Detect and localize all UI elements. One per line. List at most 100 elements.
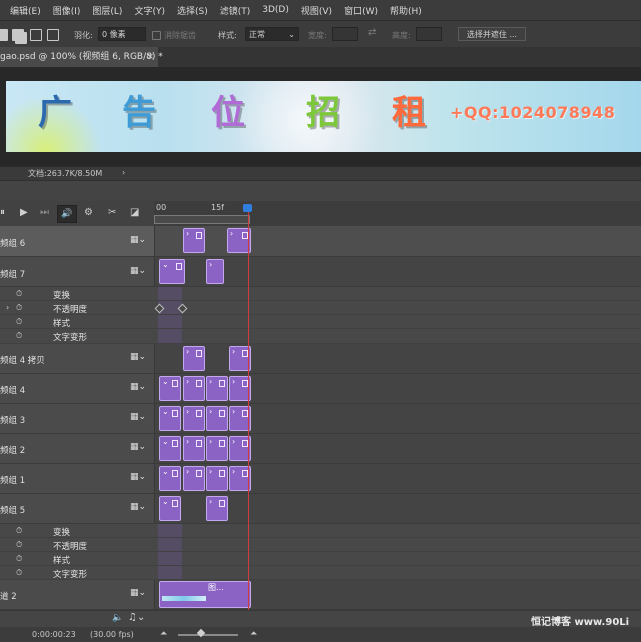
video-clip[interactable]: › bbox=[183, 406, 205, 431]
stopwatch-icon[interactable]: ⏱ bbox=[16, 303, 22, 313]
video-clip[interactable]: › bbox=[206, 376, 228, 401]
menu-type[interactable]: 文字(Y) bbox=[134, 4, 165, 17]
video-clip[interactable]: ⌄ bbox=[159, 376, 181, 401]
stopwatch-icon[interactable]: ⏱ bbox=[16, 526, 22, 536]
image-clip[interactable]: 图... bbox=[159, 581, 251, 608]
film-icon[interactable]: ▦⌄ bbox=[130, 382, 146, 392]
stopwatch-icon[interactable]: ⏱ bbox=[16, 289, 22, 299]
zoom-in-icon[interactable]: ⏶ bbox=[250, 629, 257, 639]
menu-help[interactable]: 帮助(H) bbox=[390, 4, 422, 17]
new-selection-icon[interactable] bbox=[0, 29, 8, 41]
property-row: ⏱ 文字变形 bbox=[0, 329, 641, 344]
timeline-controls: ⏸ ▶ ⏭ 🔊 ⚙ ✂ ◪ 00 15f bbox=[0, 201, 641, 226]
timeline-bottom-bar: 0:00:00:23 (30.00 fps) ⏶ ⏶ bbox=[0, 627, 641, 642]
add-selection-icon[interactable] bbox=[12, 29, 24, 41]
settings-gear-icon[interactable]: ⚙ bbox=[84, 207, 93, 219]
music-note-icon[interactable]: ♫⌄ bbox=[128, 612, 145, 623]
video-clip[interactable]: › bbox=[206, 466, 228, 491]
speaker-icon[interactable]: 🔈 bbox=[112, 613, 123, 623]
layer-track[interactable]: 频组 4 ▦⌄ ⌄ › › › bbox=[0, 374, 641, 404]
zoom-out-icon[interactable]: ⏶ bbox=[160, 629, 167, 639]
film-icon[interactable]: ▦⌄ bbox=[130, 472, 146, 482]
split-scissors-icon[interactable]: ✂ bbox=[108, 207, 116, 219]
video-clip[interactable]: ⌄ bbox=[159, 406, 181, 431]
width-input[interactable] bbox=[332, 27, 358, 41]
menu-select[interactable]: 选择(S) bbox=[177, 4, 208, 17]
layer-track[interactable]: 频组 7 ▦⌄ ⌄ › bbox=[0, 257, 641, 287]
previous-frame-icon[interactable]: ⏸ bbox=[0, 207, 5, 219]
feather-input[interactable]: 0 像素 bbox=[98, 27, 146, 41]
canvas-area[interactable]: 广 告 位 招 租 +QQ:1024078948 bbox=[0, 67, 641, 166]
stopwatch-icon[interactable]: ⏱ bbox=[16, 554, 22, 564]
property-lane bbox=[158, 524, 182, 537]
subtract-selection-icon[interactable] bbox=[30, 29, 42, 41]
film-icon[interactable]: ▦⌄ bbox=[130, 442, 146, 452]
layer-track[interactable]: 频组 3 ▦⌄ ⌄ › › › bbox=[0, 404, 641, 434]
video-clip[interactable]: › bbox=[183, 436, 205, 461]
document-tab[interactable]: gao.psd @ 100% (视频组 6, RGB/8) * × bbox=[0, 47, 163, 67]
layer-track[interactable]: 频组 4 拷贝 ▦⌄ › › bbox=[0, 344, 641, 374]
menu-layer[interactable]: 图层(L) bbox=[92, 4, 122, 17]
stopwatch-icon[interactable]: ⏱ bbox=[16, 317, 22, 327]
video-clip[interactable]: ⌄ bbox=[159, 496, 181, 521]
layer-name: 频组 3 bbox=[0, 416, 26, 426]
layer-track[interactable]: 道 2 ▦⌄ 图... bbox=[0, 580, 641, 610]
stopwatch-icon[interactable]: ⏱ bbox=[16, 540, 22, 550]
antialias-checkbox[interactable] bbox=[152, 31, 161, 40]
film-icon[interactable]: ▦⌄ bbox=[130, 412, 146, 422]
audio-volume-icon[interactable]: 🔊 bbox=[57, 205, 77, 223]
close-icon[interactable]: × bbox=[146, 47, 154, 67]
style-select[interactable]: 正常 ⌄ bbox=[245, 27, 299, 41]
keyframe-nav-arrow[interactable]: › bbox=[6, 303, 9, 312]
track-lane: ⌄ › bbox=[154, 257, 641, 286]
frame-rate: (30.00 fps) bbox=[90, 630, 134, 639]
video-clip[interactable]: › bbox=[183, 346, 205, 371]
film-icon[interactable]: ▦⌄ bbox=[130, 266, 146, 276]
swap-icon[interactable]: ⇄ bbox=[368, 27, 376, 38]
layer-track[interactable]: 频组 2 ▦⌄ ⌄ › › › bbox=[0, 434, 641, 464]
menu-image[interactable]: 图像(I) bbox=[53, 4, 81, 17]
transition-icon[interactable]: ◪ bbox=[130, 207, 139, 219]
status-menu-arrow[interactable]: › bbox=[122, 168, 125, 177]
playhead-handle[interactable] bbox=[243, 204, 252, 212]
playhead-line[interactable] bbox=[248, 208, 249, 610]
video-clip[interactable]: ⌄ bbox=[159, 466, 181, 491]
video-clip[interactable]: ⌄ bbox=[159, 436, 181, 461]
layer-track[interactable]: 频组 1 ▦⌄ ⌄ › › › bbox=[0, 464, 641, 494]
menu-window[interactable]: 窗口(W) bbox=[344, 4, 378, 17]
film-icon[interactable]: ▦⌄ bbox=[130, 502, 146, 512]
property-lane bbox=[158, 566, 182, 579]
intersect-selection-icon[interactable] bbox=[47, 29, 59, 41]
layer-name: 频组 7 bbox=[0, 270, 26, 280]
banner-char: 招 bbox=[306, 93, 340, 133]
track-lane: ⌄ › › › bbox=[154, 404, 641, 433]
stopwatch-icon[interactable]: ⏱ bbox=[16, 331, 22, 341]
video-clip[interactable]: › bbox=[206, 406, 228, 431]
zoom-slider[interactable] bbox=[178, 634, 238, 636]
video-clip[interactable]: › bbox=[206, 496, 228, 521]
menu-edit[interactable]: 编辑(E) bbox=[10, 4, 41, 17]
play-icon[interactable]: ▶ bbox=[20, 207, 28, 219]
video-clip[interactable]: › bbox=[206, 259, 224, 284]
select-and-mask-button[interactable]: 选择并遮住 ... bbox=[458, 27, 526, 41]
layer-track[interactable]: 频组 5 ▦⌄ ⌄ › bbox=[0, 494, 641, 524]
track-lane: 图... bbox=[154, 580, 641, 609]
menu-3d[interactable]: 3D(D) bbox=[262, 5, 289, 15]
menu-filter[interactable]: 滤镜(T) bbox=[220, 4, 251, 17]
chevron-down-icon: ⌄ bbox=[288, 30, 295, 39]
video-clip[interactable]: › bbox=[183, 466, 205, 491]
film-icon[interactable]: ▦⌄ bbox=[130, 588, 146, 598]
video-clip[interactable]: › bbox=[183, 376, 205, 401]
video-clip[interactable]: › bbox=[183, 228, 205, 253]
layer-track[interactable]: 频组 6 ▦⌄ › › bbox=[0, 226, 641, 257]
video-clip[interactable]: › bbox=[206, 436, 228, 461]
film-icon[interactable]: ▦⌄ bbox=[130, 352, 146, 362]
stopwatch-icon[interactable]: ⏱ bbox=[16, 568, 22, 578]
video-clip[interactable]: ⌄ bbox=[159, 259, 185, 284]
film-icon[interactable]: ▦⌄ bbox=[130, 235, 146, 245]
next-frame-icon[interactable]: ⏭ bbox=[40, 207, 49, 219]
height-input[interactable] bbox=[416, 27, 442, 41]
work-area-bar[interactable] bbox=[154, 215, 250, 224]
property-row: ⏱ 样式 bbox=[0, 315, 641, 329]
menu-view[interactable]: 视图(V) bbox=[301, 4, 332, 17]
